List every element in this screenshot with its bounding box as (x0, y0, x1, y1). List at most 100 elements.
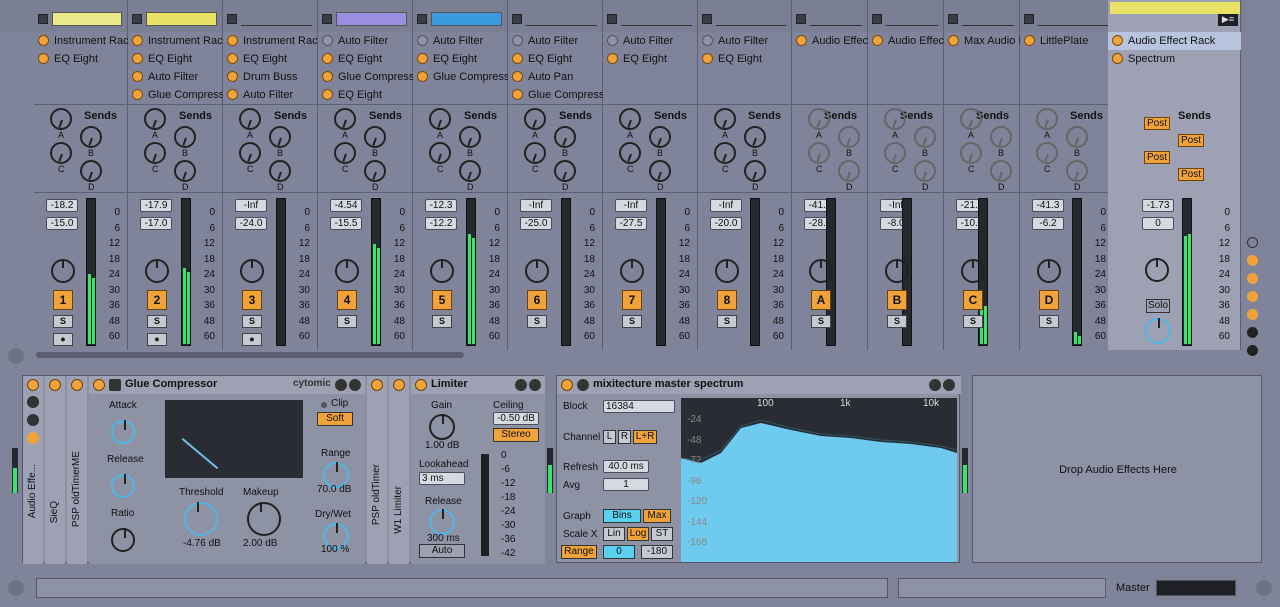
stereo-button[interactable]: Stereo (493, 428, 539, 442)
pan-knob[interactable] (885, 259, 909, 283)
device-slot[interactable]: EQ Eight (318, 86, 413, 104)
volume-value[interactable]: -Inf (520, 199, 552, 212)
send-knob-c[interactable] (808, 142, 830, 164)
range-low-value[interactable]: 0 (603, 545, 635, 559)
device-power-icon[interactable] (322, 71, 333, 82)
cue-volume-knob[interactable] (1145, 318, 1171, 344)
bins-button[interactable]: Bins (603, 509, 641, 523)
send-knob-d[interactable] (459, 160, 481, 182)
master-device-1[interactable]: Audio Effect Rack (1108, 32, 1241, 50)
device-slot[interactable]: Instrument Rack (34, 32, 128, 50)
device-slot[interactable]: EQ Eight (698, 50, 792, 68)
clip-stop-button[interactable] (38, 14, 48, 24)
drop-area[interactable]: Drop Audio Effects Here (972, 375, 1262, 563)
send-knob-d[interactable] (174, 160, 196, 182)
threshold-knob[interactable] (184, 502, 218, 536)
send-knob-b[interactable] (554, 126, 576, 148)
send-knob-d[interactable] (269, 160, 291, 182)
solo-button[interactable]: S (811, 315, 831, 328)
returns-toggle-icon[interactable] (1247, 273, 1258, 284)
clip-stop-button[interactable] (872, 14, 882, 24)
rack-power[interactable] (27, 379, 39, 391)
device-power-icon[interactable] (512, 89, 523, 100)
post-button-b[interactable]: Post (1178, 134, 1204, 147)
device-slot[interactable]: Audio Effec (792, 32, 868, 50)
send-knob-a[interactable] (144, 108, 166, 130)
device-power-icon[interactable] (38, 53, 49, 64)
device-slot[interactable]: Auto Filter (128, 68, 223, 86)
glue-power[interactable] (93, 379, 105, 391)
send-knob-c[interactable] (960, 142, 982, 164)
device-slot[interactable]: Glue Compress (508, 86, 603, 104)
send-knob-b[interactable] (649, 126, 671, 148)
pan-knob[interactable] (620, 259, 644, 283)
psp1-power[interactable] (71, 379, 83, 391)
track-activator[interactable]: C (963, 290, 983, 310)
ratio-knob[interactable] (111, 528, 135, 552)
send-knob-b[interactable] (174, 126, 196, 148)
send-knob-d[interactable] (990, 160, 1012, 182)
crossfader-icon[interactable] (1247, 309, 1258, 320)
send-knob-c[interactable] (1036, 142, 1058, 164)
clip-slot[interactable] (886, 12, 938, 26)
clip-slot[interactable] (810, 12, 862, 26)
clip-stop-button[interactable] (796, 14, 806, 24)
volume-value[interactable]: -12.3 (425, 199, 457, 212)
release-knob[interactable] (111, 474, 135, 498)
send-knob-c[interactable] (239, 142, 261, 164)
send-knob-a[interactable] (714, 108, 736, 130)
clip-slot[interactable] (526, 12, 597, 26)
track-activator[interactable]: 6 (527, 290, 547, 310)
io-icon[interactable] (1247, 237, 1258, 248)
device-power-icon[interactable] (702, 35, 713, 46)
device-power-icon[interactable] (417, 53, 428, 64)
pan-knob[interactable] (715, 259, 739, 283)
device-slot[interactable]: EQ Eight (413, 50, 508, 68)
device-power-icon[interactable] (512, 35, 523, 46)
master-device-2[interactable]: Spectrum (1108, 50, 1241, 68)
device-slot[interactable]: Instrument Rack (128, 32, 223, 50)
track-activator[interactable]: 2 (147, 290, 167, 310)
send-knob-a[interactable] (429, 108, 451, 130)
refresh-value[interactable]: 40.0 ms (603, 460, 649, 473)
device-power-icon[interactable] (132, 89, 143, 100)
volume-value[interactable]: -4.54 (330, 199, 362, 212)
device-slot[interactable]: EQ Eight (318, 50, 413, 68)
send-knob-a[interactable] (239, 108, 261, 130)
track-activator[interactable]: 8 (717, 290, 737, 310)
send-knob-d[interactable] (649, 160, 671, 182)
send-knob-c[interactable] (619, 142, 641, 164)
device-power-icon[interactable] (132, 71, 143, 82)
send-knob-c[interactable] (50, 142, 72, 164)
send-knob-d[interactable] (364, 160, 386, 182)
send-knob-b[interactable] (459, 126, 481, 148)
send-knob-c[interactable] (524, 142, 546, 164)
device-power-icon[interactable] (417, 71, 428, 82)
send-knob-b[interactable] (990, 126, 1012, 148)
track-activator[interactable]: 3 (242, 290, 262, 310)
channel-l-button[interactable]: L (603, 430, 616, 444)
device-slot[interactable]: Drum Buss (223, 68, 318, 86)
send-knob-a[interactable] (524, 108, 546, 130)
volume-value[interactable]: -18.2 (46, 199, 78, 212)
rack-chain-icon[interactable] (27, 432, 39, 444)
clip-slot[interactable] (621, 12, 692, 26)
device-power-icon[interactable] (796, 35, 807, 46)
range-button[interactable]: Range (561, 545, 597, 559)
solo-button[interactable]: S (887, 315, 907, 328)
auto-button[interactable]: Auto (419, 544, 465, 558)
track-activator[interactable]: 1 (53, 290, 73, 310)
send-knob-d[interactable] (838, 160, 860, 182)
send-knob-b[interactable] (1066, 126, 1088, 148)
clip-stop-button[interactable] (607, 14, 617, 24)
track-activator[interactable]: B (887, 290, 907, 310)
device-power-icon[interactable] (322, 35, 333, 46)
pan-knob[interactable] (240, 259, 264, 283)
device-slot[interactable]: Glue Compress (128, 86, 223, 104)
status-play-icon[interactable] (8, 580, 24, 596)
send-knob-a[interactable] (884, 108, 906, 130)
device-power-icon[interactable] (948, 35, 959, 46)
track-activator[interactable]: A (811, 290, 831, 310)
device-power-icon[interactable] (227, 35, 238, 46)
makeup-knob[interactable] (247, 502, 281, 536)
